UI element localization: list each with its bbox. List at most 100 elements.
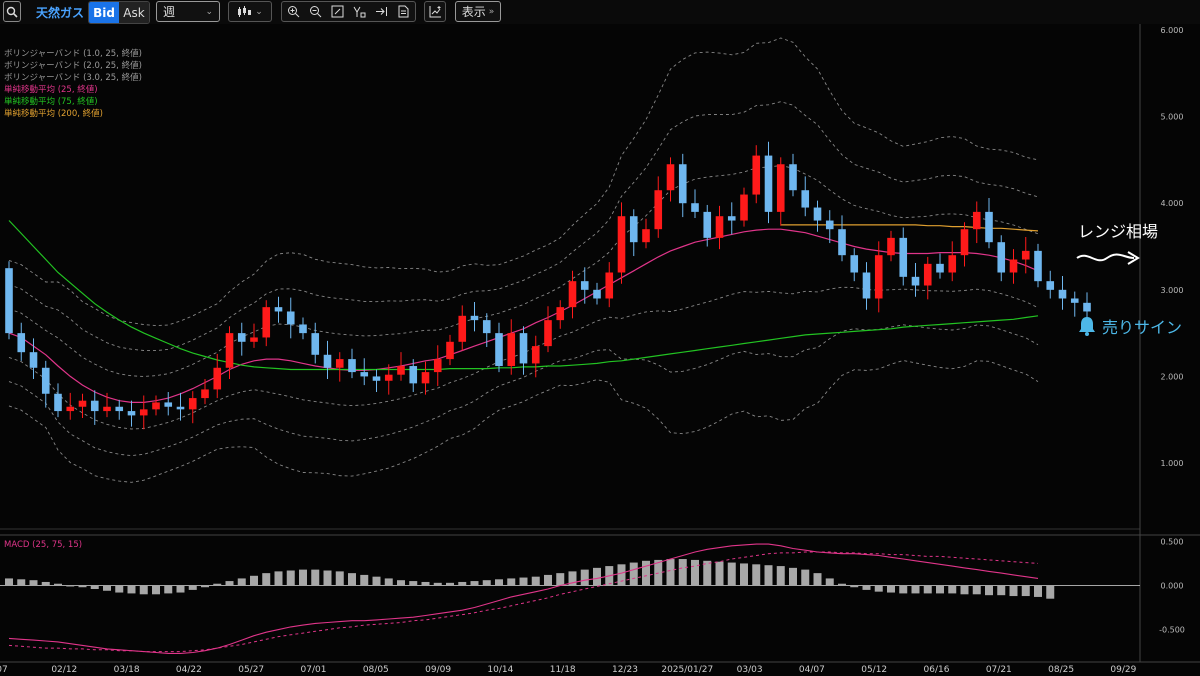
macd-legend: MACD (25, 75, 15) [4, 540, 83, 550]
time-axis-label: 12/23 [612, 665, 638, 675]
macd-histogram-bar [250, 575, 258, 586]
legend-item: 単純移動平均 (75, 終値) [4, 97, 98, 107]
candle-body [348, 359, 356, 373]
macd-histogram-bar [188, 585, 197, 590]
candle-body [936, 263, 944, 273]
macd-histogram-bar [470, 581, 479, 586]
candle-body [237, 333, 246, 342]
macd-histogram-bar [323, 570, 332, 586]
candle-body [225, 333, 234, 368]
macd-histogram-bar [715, 561, 724, 586]
macd-histogram-bar [911, 585, 920, 594]
macd-histogram-bar [262, 573, 271, 586]
macd-histogram-bar [556, 573, 565, 586]
candle-body [213, 367, 222, 390]
candle-body [1058, 289, 1067, 299]
time-axis-label: 09/09 [425, 665, 451, 675]
candle-body [544, 320, 552, 347]
candle-body [691, 203, 699, 212]
candle-body [482, 320, 491, 334]
macd-histogram-bar [850, 585, 859, 588]
candle-body [66, 406, 75, 412]
candle-body [188, 398, 197, 410]
candle-body [519, 333, 528, 364]
candle-body [838, 229, 846, 256]
candle-body [1083, 302, 1091, 312]
macd-histogram-bar [164, 585, 173, 594]
candle-body [250, 337, 258, 342]
macd-axis-label: 0.000 [1161, 581, 1184, 590]
candle-body [409, 366, 418, 384]
macd-histogram-bar [103, 585, 111, 591]
time-axis-label: 09/29 [1110, 665, 1136, 675]
macd-histogram-bar [544, 574, 552, 586]
macd-histogram-bar [691, 559, 699, 586]
price-axis-label: 6.000 [1161, 26, 1184, 35]
macd-histogram-bar [580, 569, 589, 586]
macd-histogram-bar [948, 585, 957, 594]
candle-body [103, 406, 111, 412]
candle-body [17, 333, 26, 353]
candle-body [874, 255, 883, 299]
macd-histogram-bar [41, 581, 50, 586]
macd-histogram-bar [409, 581, 418, 586]
candle-body [727, 216, 736, 221]
candle-body [164, 402, 173, 407]
macd-histogram-bar [629, 562, 638, 586]
price-axis-label: 4.000 [1161, 199, 1184, 208]
macd-histogram-bar [617, 564, 626, 586]
candle-body [556, 307, 565, 321]
price-chart[interactable]: 6.000 5.000 4.000 3.000 2.000 1.000 0.500 0.00… [0, 0, 1200, 676]
macd-histogram-bar [311, 569, 320, 586]
candle-body [446, 341, 454, 360]
macd-histogram-bar [421, 581, 430, 586]
candle-body [911, 276, 920, 286]
macd-histogram-bar [789, 567, 797, 586]
macd-axis-label: 0.500 [1161, 537, 1184, 546]
candle-body [568, 281, 577, 308]
macd-histogram-bar [127, 585, 136, 594]
candle-body [372, 376, 381, 381]
macd-histogram-bar [90, 585, 99, 590]
macd-histogram-bar [372, 576, 381, 586]
candle-body [923, 263, 932, 286]
time-axis-label: 04/07 [799, 665, 825, 675]
candle-body [580, 281, 589, 290]
macd-histogram-bar [176, 585, 185, 593]
candle-body [813, 207, 822, 221]
macd-histogram-bar [874, 585, 883, 592]
range-label: レンジ相場 [1078, 222, 1159, 241]
candle-body [470, 315, 479, 321]
macd-histogram-bar [727, 562, 736, 586]
macd-histogram-bar [887, 585, 895, 593]
candle-body [323, 354, 332, 368]
candle-body [115, 406, 124, 412]
time-axis-label: 02/12 [51, 665, 77, 675]
time-axis-label: 07/01 [301, 665, 327, 675]
candle-body [654, 190, 663, 230]
macd-histogram-bar [458, 581, 467, 586]
candle-body [397, 366, 405, 375]
candle-body [262, 307, 271, 338]
macd-histogram-bar [152, 585, 160, 595]
legend-item: ボリンジャーバンド (1.0, 25, 終値) [4, 49, 142, 59]
macd-histogram-bar [642, 560, 650, 586]
macd-histogram-bar [286, 570, 295, 586]
time-axis-label: 05/27 [238, 665, 264, 675]
candle-body [127, 411, 136, 416]
macd-histogram-bar [482, 580, 491, 586]
macd-histogram-bar [1034, 585, 1042, 597]
macd-histogram-bar [360, 574, 369, 586]
candle-body [458, 315, 467, 342]
candle-body [176, 406, 185, 410]
time-axis-label: 05/12 [861, 665, 887, 675]
candle-body [360, 372, 369, 377]
price-axis-label: 2.000 [1161, 372, 1184, 381]
macd-histogram-bar [764, 565, 773, 586]
time-axis-label: 03/18 [114, 665, 140, 675]
candle-body [507, 333, 516, 367]
macd-histogram-bar [29, 580, 38, 586]
candle-body [311, 333, 320, 355]
macd-histogram-bar [593, 567, 601, 586]
candle-body [997, 242, 1006, 273]
